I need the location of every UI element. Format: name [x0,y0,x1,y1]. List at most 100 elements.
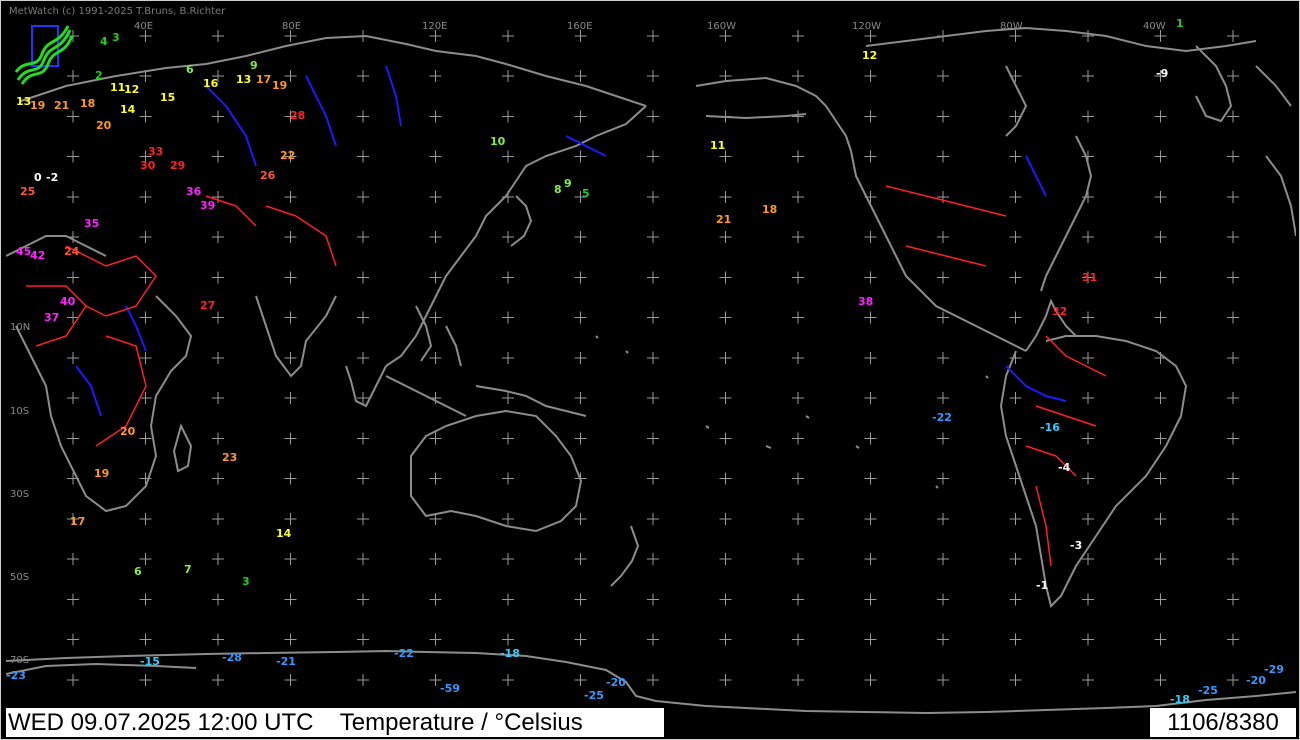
grid-cross [284,432,297,445]
grid-cross [1082,593,1094,606]
grid-cross [212,674,224,686]
temperature-value: 19 [272,79,288,92]
temperature-value: 10 [490,135,506,148]
grid-cross [574,553,587,565]
grid-cross [719,513,732,525]
temperature-value: 5 [582,187,590,200]
longitude-label: 120W [852,21,881,32]
grid-cross [719,231,732,243]
grid-cross [937,513,949,525]
grid-cross [139,110,152,123]
grid-cross [719,150,732,163]
temperature-value: -2 [46,171,59,184]
grid-cross [1154,633,1167,646]
grid-cross [574,110,587,123]
grid-cross [357,674,369,686]
grid-cross [1154,432,1167,445]
grid-cross [357,110,369,123]
grid-cross [1227,110,1239,123]
grid-cross [139,633,152,646]
temperature-value: 28 [290,109,306,122]
grid-cross [937,70,949,82]
grid-cross [67,674,79,686]
grid-cross [1154,311,1167,324]
temperature-value: -25 [584,689,604,702]
grid-cross [792,633,804,646]
grid-cross [1154,674,1167,686]
grid-cross [864,150,877,163]
grid-cross [719,311,732,324]
grid-cross [574,231,587,243]
grid-cross [1009,271,1022,284]
grid-cross [1154,150,1167,163]
grid-cross [357,191,369,203]
grid-cross [574,150,587,163]
grid-cross [67,110,79,123]
temperature-value: 1 [1176,17,1184,30]
grid-cross [1227,392,1239,404]
grid-cross [937,553,949,565]
metwatch-logo [14,24,74,86]
grid-cross [647,593,659,606]
latitude-label: 30S [10,489,30,500]
temperature-value: 6 [134,565,142,578]
grid-cross [1082,513,1094,525]
grid-cross [502,271,514,284]
station-count: 1106/8380 [1150,708,1296,737]
temperature-value: 27 [200,299,216,312]
grid-cross [1082,70,1094,82]
grid-cross [792,311,804,324]
grid-cross [212,432,224,445]
temperature-value: 14 [120,103,136,116]
grid-cross [792,271,804,284]
temperature-value: 21 [716,213,732,226]
grid-cross [864,553,877,565]
grid-cross [647,472,659,485]
grid-cross [502,674,514,686]
temperature-value: 25 [20,185,36,198]
grid-cross [67,392,79,404]
grid-cross [647,271,659,284]
temperature-value: -15 [140,655,160,668]
grid-cross [1082,472,1094,485]
grid-cross [864,271,877,284]
grid-cross [284,311,297,324]
grid-cross [1009,553,1022,565]
temperature-value: 21 [54,99,70,112]
grid-cross [357,633,369,646]
temperature-value: 29 [170,159,186,172]
grid-cross [1227,472,1239,485]
grid-cross [937,432,949,445]
grid-cross [1082,311,1094,324]
longitude-label: 160E [567,21,593,32]
grid-cross [1082,674,1094,686]
antarctica-coastline [6,649,1296,715]
grid-cross [429,593,442,606]
grid-cross [1154,110,1167,123]
temperature-value: -21 [276,655,296,668]
grid-cross [647,553,659,565]
parameter-label: Temperature / °Celsius [339,709,583,736]
grid-cross [792,191,804,203]
temperature-value: 36 [186,185,202,198]
temperature-value: 9 [250,59,258,72]
grid-cross [792,553,804,565]
grid-cross [792,30,804,42]
grid-cross [574,70,587,82]
grid-cross [212,513,224,525]
grid-cross [212,553,224,565]
political-borders [26,185,1107,567]
grid-cross [1227,30,1239,42]
grid-cross [719,633,732,646]
grid-cross [1154,231,1167,243]
grid-cross [647,191,659,203]
grid-cross [139,231,152,243]
world-map [6,26,1296,715]
grid-cross [864,513,877,525]
grid-cross [574,352,587,364]
grid-cross [719,271,732,284]
grid-cross [357,311,369,324]
temperature-value: 0 [34,171,42,184]
grid-cross [864,110,877,123]
grid-cross [284,271,297,284]
